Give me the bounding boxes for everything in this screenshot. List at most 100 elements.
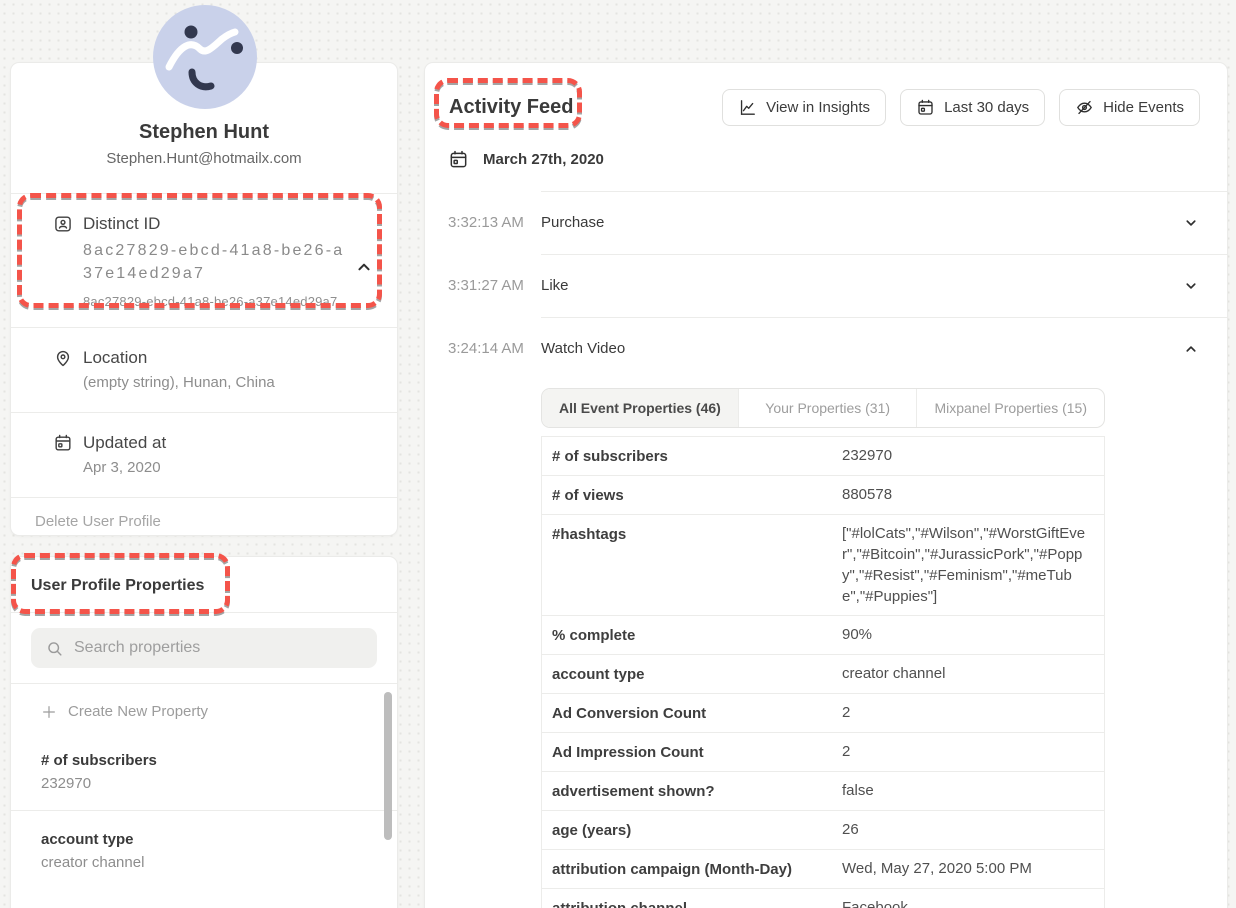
tab-mixpanel-properties[interactable]: Mixpanel Properties (15) — [916, 389, 1104, 427]
feed-date-header: March 27th, 2020 — [448, 149, 1227, 170]
property-item[interactable]: # of subscribers 232970 — [11, 732, 397, 810]
chevron-up-icon[interactable] — [1182, 340, 1200, 358]
page: Stephen Hunt Stephen.Hunt@hotmailx.com D… — [0, 0, 1236, 908]
calendar-icon — [916, 98, 935, 117]
row-value: 26 — [842, 819, 1094, 840]
row-value: 90% — [842, 624, 1094, 645]
delete-user-profile-button[interactable]: Delete User Profile — [11, 497, 397, 545]
location-value: (empty string), Hunan, China — [83, 372, 373, 394]
property-value: creator channel — [41, 852, 367, 873]
hide-events-label: Hide Events — [1103, 99, 1184, 116]
row-name: # of views — [552, 484, 832, 506]
event-row[interactable]: 3:31:27 AM Like — [425, 254, 1227, 317]
date-range-label: Last 30 days — [944, 99, 1029, 116]
property-value: 232970 — [41, 773, 367, 794]
row-name: advertisement shown? — [552, 780, 832, 802]
event-list: 3:32:13 AM Purchase 3:31:27 AM Like 3:24… — [425, 191, 1227, 908]
map-pin-icon — [53, 348, 73, 368]
create-new-property-label: Create New Property — [68, 703, 208, 720]
property-item[interactable]: account type creator channel — [11, 810, 397, 889]
distinct-id-label: Distinct ID — [83, 213, 373, 235]
tab-your-properties[interactable]: Your Properties (31) — [738, 389, 917, 427]
row-value: ["#lolCats","#Wilson","#WorstGiftEver","… — [842, 523, 1094, 607]
row-name: % complete — [552, 624, 832, 646]
location-label: Location — [83, 347, 373, 369]
chevron-down-icon[interactable] — [1182, 277, 1200, 295]
event-name: Like — [541, 277, 569, 294]
calendar-icon — [53, 433, 73, 453]
table-row: attribution channel Facebook — [542, 889, 1104, 908]
properties-search-row — [11, 612, 397, 683]
distinct-id-value: 8ac27829-ebcd-41a8-be26-a37e14ed29a7 — [83, 239, 355, 285]
plus-icon — [41, 704, 57, 720]
row-value: 880578 — [842, 484, 1094, 505]
activity-feed-card: Activity Feed View in Insights — [424, 62, 1228, 908]
row-value: false — [842, 780, 1094, 801]
row-name: # of subscribers — [552, 445, 832, 467]
event-time: 3:24:14 AM — [448, 340, 541, 357]
chevron-up-icon — [353, 256, 375, 278]
eye-slash-icon — [1075, 98, 1094, 117]
event-name: Purchase — [541, 214, 604, 231]
event-properties-tabbar: All Event Properties (46) Your Propertie… — [541, 388, 1105, 428]
event-name: Watch Video — [541, 340, 625, 357]
property-name: account type — [41, 829, 367, 850]
table-row: attribution campaign (Month-Day) Wed, Ma… — [542, 850, 1104, 889]
calendar-icon — [448, 149, 469, 170]
feed-date-label: March 27th, 2020 — [483, 151, 604, 168]
user-profile-properties-card: User Profile Properties Create New Prope… — [10, 556, 398, 908]
table-row: age (years) 26 — [542, 811, 1104, 850]
row-name: age (years) — [552, 819, 832, 841]
table-row: Ad Impression Count 2 — [542, 733, 1104, 772]
distinct-id-section: Distinct ID 8ac27829-ebcd-41a8-be26-a37e… — [11, 193, 397, 327]
row-name: Ad Conversion Count — [552, 702, 832, 724]
table-row: #hashtags ["#lolCats","#Wilson","#WorstG… — [542, 515, 1104, 616]
row-name: #hashtags — [552, 523, 832, 545]
profile-email: Stephen.Hunt@hotmailx.com — [31, 150, 377, 167]
location-section: Location (empty string), Hunan, China — [11, 327, 397, 412]
row-name: account type — [552, 663, 832, 685]
row-name: attribution channel — [552, 897, 832, 908]
updated-at-label: Updated at — [83, 432, 373, 454]
chevron-down-icon[interactable] — [1182, 214, 1200, 232]
view-in-insights-button[interactable]: View in Insights — [722, 89, 886, 126]
row-value: 232970 — [842, 445, 1094, 466]
id-badge-icon — [53, 214, 73, 234]
event-time: 3:31:27 AM — [448, 277, 541, 294]
line-chart-face-icon — [152, 4, 258, 110]
table-row: Ad Conversion Count 2 — [542, 694, 1104, 733]
activity-feed-actions: View in Insights Last 30 days — [722, 89, 1200, 126]
event-detail-panel: All Event Properties (46) Your Propertie… — [541, 388, 1105, 908]
table-row: account type creator channel — [542, 655, 1104, 694]
search-properties-input[interactable] — [74, 639, 363, 657]
row-value: creator channel — [842, 663, 1094, 684]
distinct-id-collapse-button[interactable] — [353, 256, 375, 278]
activity-feed-header: Activity Feed View in Insights — [425, 63, 1227, 127]
row-name: Ad Impression Count — [552, 741, 832, 763]
date-range-button[interactable]: Last 30 days — [900, 89, 1045, 126]
row-value: Facebook — [842, 897, 1094, 908]
avatar — [152, 4, 258, 110]
table-row: % complete 90% — [542, 616, 1104, 655]
user-profile-properties-title: User Profile Properties — [11, 557, 397, 612]
event-row[interactable]: 3:32:13 AM Purchase — [425, 191, 1227, 254]
table-row: advertisement shown? false — [542, 772, 1104, 811]
hide-events-button[interactable]: Hide Events — [1059, 89, 1200, 126]
properties-list: Create New Property # of subscribers 232… — [11, 683, 397, 889]
search-box — [31, 628, 377, 668]
event-time: 3:32:13 AM — [448, 214, 541, 231]
tab-all-event-properties[interactable]: All Event Properties (46) — [542, 389, 738, 427]
activity-feed-title: Activity Feed — [448, 87, 573, 127]
line-chart-icon — [738, 98, 757, 117]
row-value: 2 — [842, 702, 1094, 723]
table-row: # of subscribers 232970 — [542, 437, 1104, 476]
property-name: # of subscribers — [41, 750, 367, 771]
properties-scrollbar[interactable] — [384, 692, 392, 840]
updated-at-section: Updated at Apr 3, 2020 — [11, 412, 397, 497]
profile-card: Stephen Hunt Stephen.Hunt@hotmailx.com D… — [10, 62, 398, 536]
distinct-id-subvalue: 8ac27829-ebcd-41a8-be26-a37e14ed29a7 — [83, 294, 373, 309]
create-new-property-button[interactable]: Create New Property — [11, 684, 397, 732]
updated-at-value: Apr 3, 2020 — [83, 457, 373, 479]
event-row-expanded[interactable]: 3:24:14 AM Watch Video — [425, 317, 1227, 380]
profile-name: Stephen Hunt — [31, 119, 377, 145]
